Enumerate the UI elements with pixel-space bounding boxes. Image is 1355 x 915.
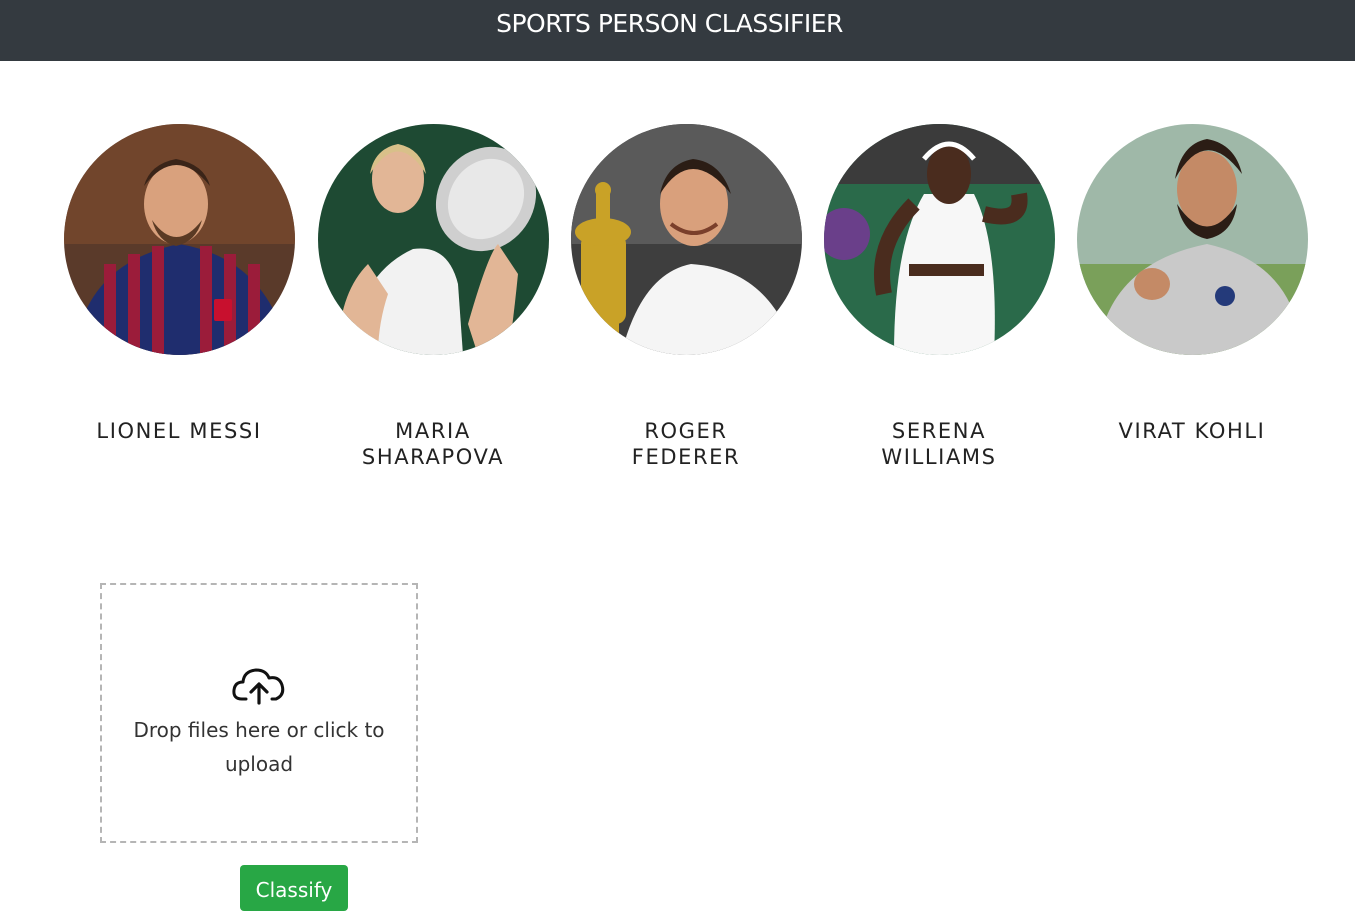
player-name: MARIA SHARAPOVA <box>361 419 505 469</box>
player-name: VIRAT KOHLI <box>1118 419 1266 443</box>
classify-button[interactable]: Classify <box>240 865 348 911</box>
player-card-sharapova: MARIA SHARAPOVA <box>306 124 560 470</box>
sharapova-photo <box>317 124 549 355</box>
kohli-photo <box>1076 124 1308 355</box>
player-name: SERENA WILLIAMS <box>881 419 997 469</box>
player-card-messi: LIONEL MESSI <box>52 124 306 444</box>
federer-photo <box>570 124 802 355</box>
player-card-kohli: VIRAT KOHLI <box>1065 124 1319 444</box>
player-card-williams: SERENA WILLIAMS <box>812 124 1066 470</box>
player-gallery: LIONEL MESSI MARIA SHARAPOVA ROGER FEDER… <box>0 0 1355 500</box>
player-name: ROGER FEDERER <box>631 419 741 469</box>
cloud-upload-icon <box>232 668 285 705</box>
player-name: LIONEL MESSI <box>96 419 262 443</box>
player-card-federer: ROGER FEDERER <box>559 124 813 470</box>
file-dropzone[interactable]: Drop files here or click to upload <box>100 583 418 843</box>
dropzone-text: Drop files here or click to upload <box>133 718 385 776</box>
messi-photo <box>63 124 295 355</box>
williams-photo <box>823 124 1055 355</box>
